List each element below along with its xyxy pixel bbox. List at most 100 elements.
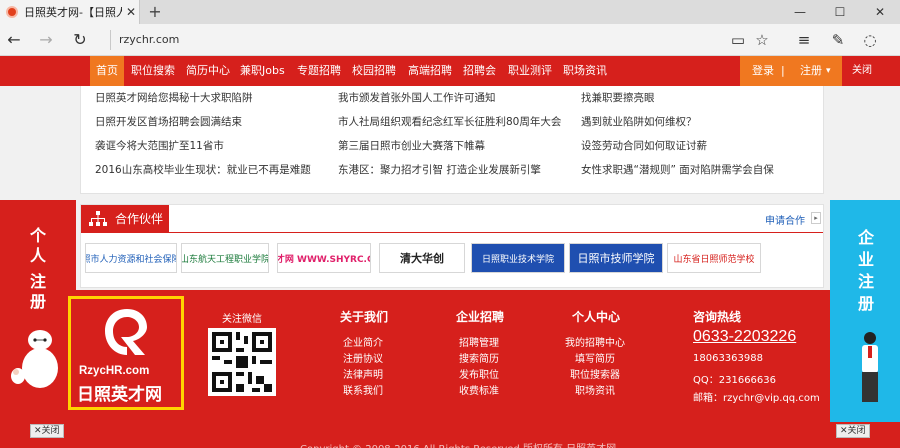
nav-special-recruit[interactable]: 专题招聘 — [297, 56, 341, 86]
partner-logo-shyrc[interactable]: 搜才网 WWW.SHYRC.CN — [277, 243, 371, 273]
partner-logo-aerospace-college[interactable]: 山东航天工程职业学院 — [181, 243, 269, 273]
news-link[interactable]: 我市颁发首张外国人工作许可通知 — [338, 90, 496, 105]
news-link[interactable]: 2016山东高校毕业生现状：就业已不再是难题 — [95, 162, 311, 177]
browser-tab[interactable]: 日照英才网-【日照人才 ✕ — [0, 0, 140, 24]
news-link[interactable]: 东港区：聚力招才引智 打造企业发展新引擎 — [338, 162, 541, 177]
chevron-down-icon[interactable]: ▾ — [826, 56, 831, 86]
footer-link[interactable]: 注册协议 — [343, 350, 383, 365]
minimize-button[interactable]: — — [780, 0, 820, 24]
side-char: 注 — [857, 272, 874, 291]
hub-icon[interactable]: ≡ — [792, 28, 816, 52]
news-link[interactable]: 日照英才网给您揭秘十大求职陷阱 — [95, 90, 253, 105]
wechat-qr-code-icon — [208, 328, 276, 396]
web-note-icon[interactable]: ✎ — [826, 28, 850, 52]
tab-title: 日照英才网-【日照人才 — [24, 6, 122, 19]
maximize-button[interactable]: ☐ — [820, 0, 860, 24]
news-link[interactable]: 日照开发区首场招聘会圆满结束 — [95, 114, 242, 129]
footer-about-title: 关于我们 — [340, 310, 389, 324]
left-panel-close-button[interactable]: ✕关闭 — [30, 424, 64, 438]
apply-cooperation-link[interactable]: 申请合作 — [765, 212, 805, 227]
logo-url-text: RzycHR.com — [79, 365, 150, 377]
nav-home[interactable]: 首页 — [90, 56, 124, 86]
partner-logo-rizhao-normal[interactable]: 山东省日照师范学校 — [667, 243, 761, 273]
partner-logo-rizhao-technician[interactable]: 日照市技师学院 — [569, 243, 663, 273]
nav-career-news[interactable]: 职场资讯 — [563, 56, 607, 86]
browser-window: 日照英才网-【日照人才 ✕ + — ☐ ✕ ← → ↻ rzychr.com ▭… — [0, 0, 900, 448]
news-panel: 日照英才网给您揭秘十大求职陷阱 日照开发区首场招聘会圆满结束 袭诓今将大范围扩至… — [80, 86, 824, 194]
nav-senior-recruit[interactable]: 高端招聘 — [408, 56, 452, 86]
address-bar: ← → ↻ rzychr.com ▭ ☆ ≡ ✎ ◌ — [0, 24, 900, 56]
nav-resume-center[interactable]: 简历中心 — [186, 56, 230, 86]
footer-link[interactable]: 发布职位 — [459, 366, 499, 381]
news-link[interactable]: 市人社局组织观看纪念红军长征胜利80周年大会 — [338, 114, 561, 129]
news-link[interactable]: 找兼职要擦亮眼 — [581, 90, 655, 105]
side-char: 业 — [857, 250, 874, 269]
register-link[interactable]: 注册 — [800, 56, 822, 86]
footer-link[interactable]: 联系我们 — [343, 382, 383, 397]
partner-logo-rizhao-polytechnic[interactable]: 日照职业技术学院 — [471, 243, 565, 273]
refresh-button[interactable]: ↻ — [68, 28, 92, 52]
nav-job-search[interactable]: 职位搜索 — [131, 56, 175, 86]
footer-link[interactable]: 收费标准 — [459, 382, 499, 397]
favicon-icon — [6, 6, 18, 18]
footer-corp-title: 企业招聘 — [456, 310, 505, 324]
footer-link[interactable]: 企业简介 — [343, 334, 383, 349]
partner-logo-qingda-huachuang[interactable]: 清大华创 — [379, 243, 465, 273]
nav-campus-recruit[interactable]: 校园招聘 — [352, 56, 396, 86]
footer-link[interactable]: 我的招聘中心 — [565, 334, 625, 349]
tab-bar: 日照英才网-【日照人才 ✕ + — ☐ ✕ — [0, 0, 900, 24]
side-char: 册 — [29, 292, 46, 311]
site-nav: 首页 职位搜索 简历中心 兼职Jobs 专题招聘 校园招聘 高端招聘 招聘会 职… — [0, 56, 900, 86]
news-link[interactable]: 第三届日照市创业大赛落下帷幕 — [338, 138, 485, 153]
footer-link[interactable]: 招聘管理 — [459, 334, 499, 349]
wechat-label: 关注微信 — [222, 314, 262, 325]
hotline-number[interactable]: 0633-2203226 — [693, 328, 796, 346]
tab-close-icon[interactable]: ✕ — [126, 5, 136, 19]
favorite-star-icon[interactable]: ☆ — [750, 28, 774, 52]
personal-register-panel[interactable]: 个 人 注 册 — [0, 200, 76, 422]
footer-logo[interactable]: RzycHR.com 日照英才网 — [68, 296, 184, 410]
mascot-robot-icon — [11, 330, 58, 388]
chevron-right-icon[interactable]: ▸ — [811, 212, 821, 224]
login-link[interactable]: 登录 — [752, 56, 774, 86]
window-close-button[interactable]: ✕ — [860, 0, 900, 24]
footer-link[interactable]: 填写简历 — [575, 350, 615, 365]
forward-button[interactable]: → — [34, 28, 58, 52]
share-icon[interactable]: ◌ — [858, 28, 882, 52]
partner-logo-rizhao-hrss[interactable]: 日照市人力资源和社会保障局 — [85, 243, 177, 273]
login-register-box: 登录 | 注册 ▾ — [740, 56, 842, 86]
side-char: 册 — [857, 294, 874, 313]
contact-email: 邮箱：rzychr@vip.qq.com — [693, 393, 820, 404]
nav-close-button[interactable]: 关闭 — [852, 56, 872, 86]
contact-phone: 18063363988 — [693, 353, 763, 364]
right-panel-close-button[interactable]: ✕关闭 — [836, 424, 870, 438]
news-link[interactable]: 袭诓今将大范围扩至11省市 — [95, 138, 224, 153]
footer-personal-title: 个人中心 — [572, 310, 621, 324]
nav-part-time[interactable]: 兼职Jobs — [240, 56, 285, 86]
new-tab-button[interactable]: + — [146, 2, 164, 22]
footer-contact-title: 咨询热线 — [693, 310, 742, 324]
org-chart-icon — [89, 211, 107, 226]
reading-view-icon[interactable]: ▭ — [726, 28, 750, 52]
nav-job-fair[interactable]: 招聘会 — [463, 56, 496, 86]
footer-link[interactable]: 职场资讯 — [575, 382, 615, 397]
news-link[interactable]: 女性求职遇“潜规则” 面对陷阱需学会自保 — [581, 162, 774, 177]
partners-divider — [81, 232, 823, 233]
partners-panel: 合作伙伴 申请合作 ▸ 日照市人力资源和社会保障局 山东航天工程职业学院 搜才网… — [80, 204, 824, 288]
back-button[interactable]: ← — [2, 28, 26, 52]
footer-link[interactable]: 搜索简历 — [459, 350, 499, 365]
person-illustration-icon — [862, 332, 878, 402]
news-link[interactable]: 遇到就业陷阱如何维权？ — [581, 114, 697, 129]
copyright-text: Copyright © 2008-2016 All Rights Reserve… — [300, 440, 616, 448]
news-link[interactable]: 设签劳动合同如何取证讨薪 — [581, 138, 707, 153]
footer-link[interactable]: 职位搜索器 — [570, 366, 620, 381]
side-char: 人 — [29, 246, 46, 265]
logo-name-text: 日照英才网 — [77, 385, 162, 405]
company-register-panel[interactable]: 企 业 注 册 — [830, 200, 900, 422]
contact-qq: QQ：231666636 — [693, 375, 777, 386]
login-separator: | — [781, 64, 785, 77]
nav-career-test[interactable]: 职业测评 — [508, 56, 552, 86]
side-char: 企 — [857, 228, 874, 247]
url-field[interactable]: rzychr.com — [110, 30, 710, 50]
footer-link[interactable]: 法律声明 — [343, 366, 383, 381]
